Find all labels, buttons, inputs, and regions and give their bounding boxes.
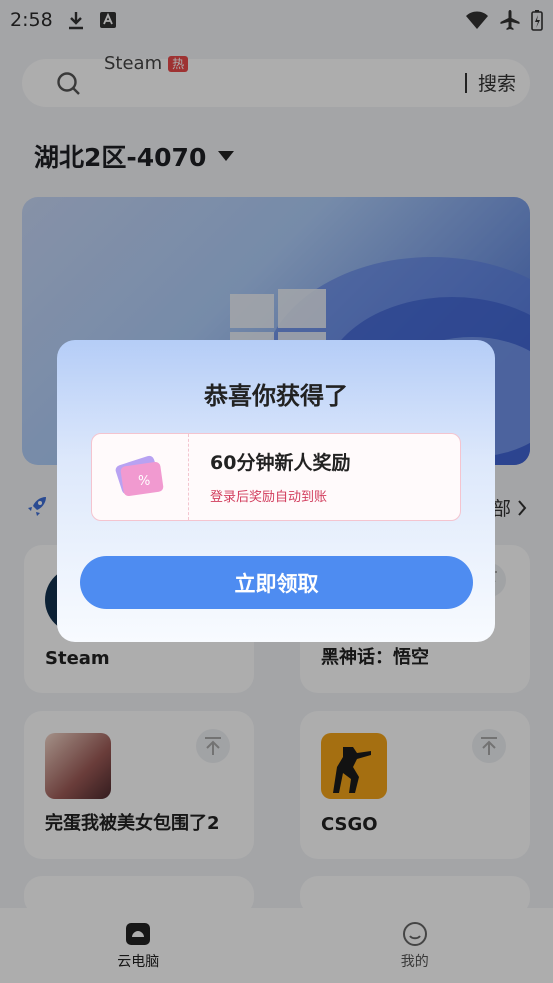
coupon-ticket-icon: % (115, 455, 164, 496)
svg-text:%: % (138, 474, 150, 489)
coupon-subtitle: 登录后奖励自动到账 (210, 490, 328, 505)
claim-button[interactable]: 立即领取 (80, 556, 473, 609)
dialog-title: 恭喜你获得了 (204, 382, 348, 410)
coupon-title: 60分钟新人奖励 (210, 452, 351, 474)
reward-dialog: 恭喜你获得了 % 60分钟新人奖励 登录后奖励自动到账 立即领取 (57, 340, 495, 642)
reward-coupon: % 60分钟新人奖励 登录后奖励自动到账 (91, 433, 461, 521)
coupon-divider (188, 434, 189, 520)
